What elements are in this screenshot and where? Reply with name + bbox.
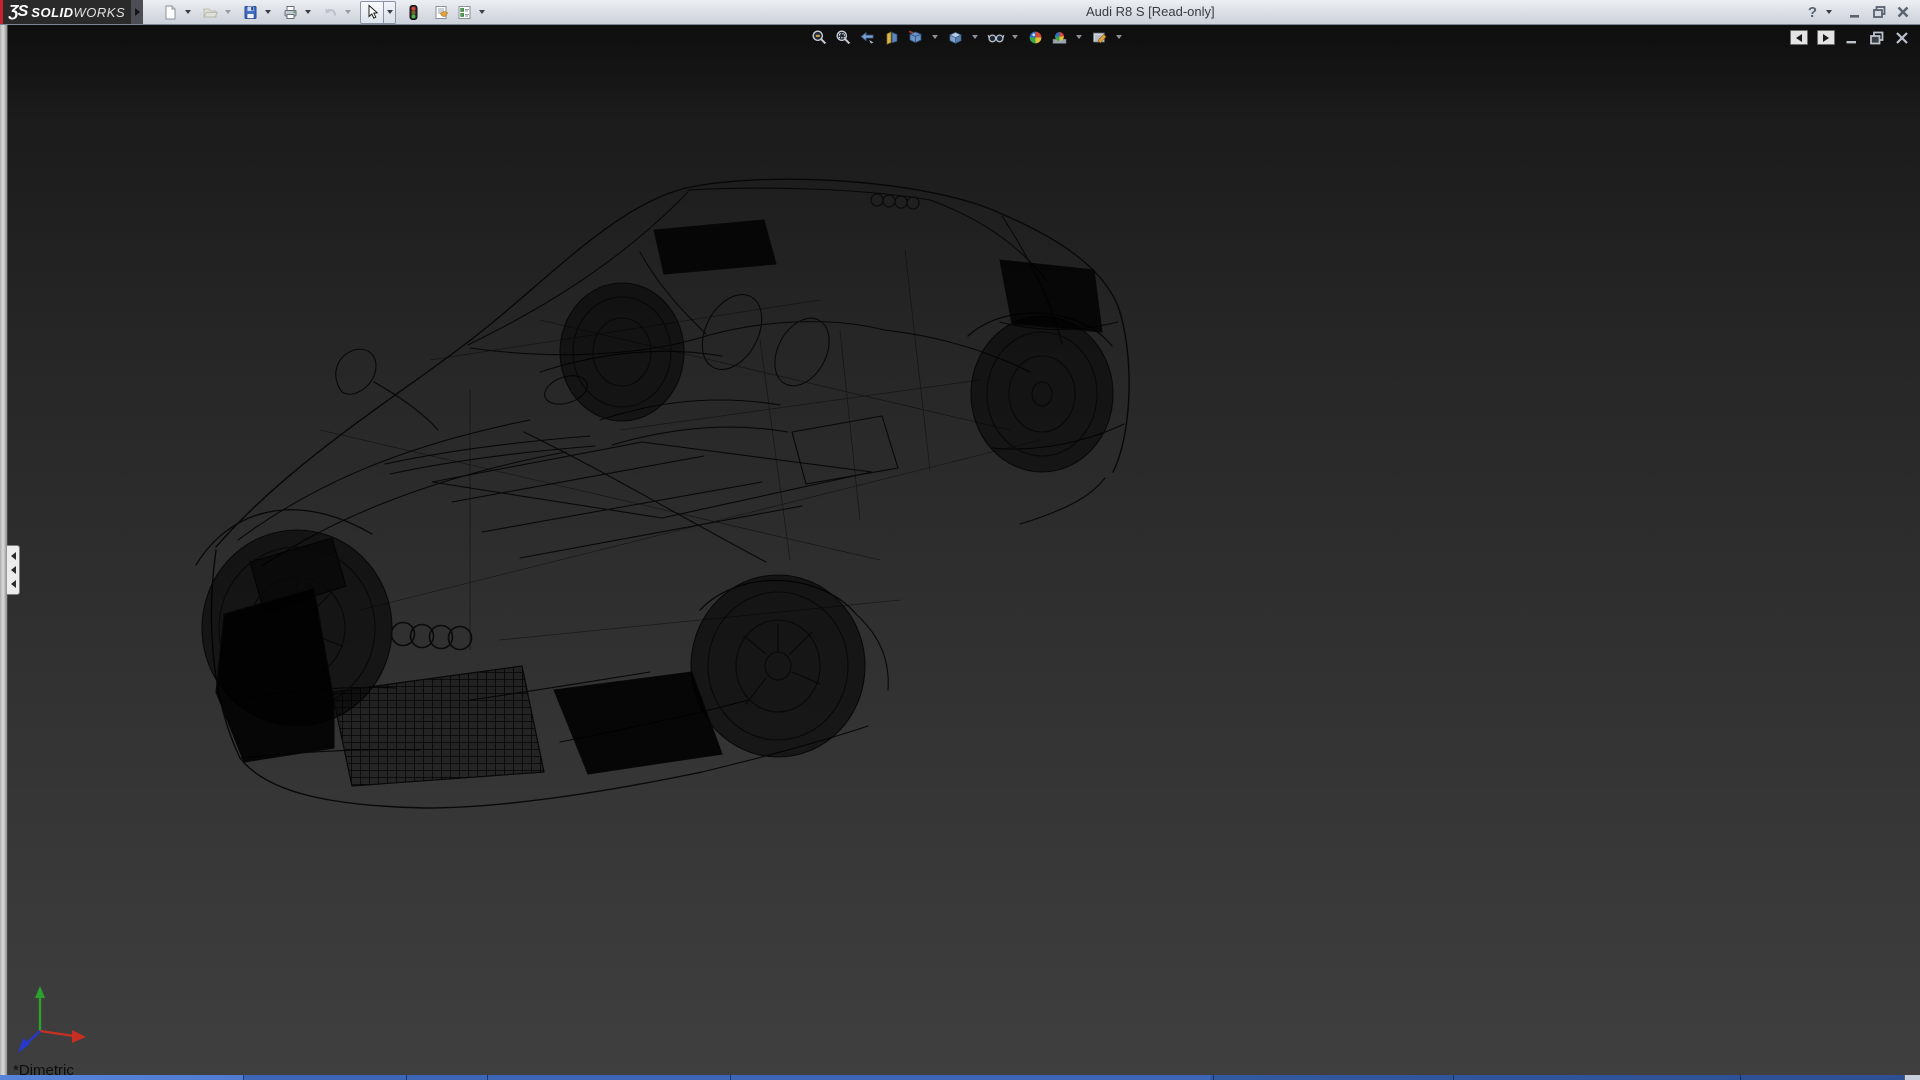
zoom-to-fit-button[interactable] — [810, 28, 829, 47]
triad-x-arrowhead — [72, 1030, 86, 1043]
view-orientation-label: *Dimetric — [13, 1062, 74, 1075]
previous-view-icon — [860, 31, 874, 43]
open-button[interactable] — [200, 2, 220, 22]
zoom-to-area-icon — [836, 30, 851, 44]
solidworks-logo: ƷS SOLID WORKS — [0, 0, 131, 24]
display-style-button[interactable] — [946, 28, 965, 47]
brand-name-light: WORKS — [73, 4, 126, 20]
toggle-left-pane-button[interactable] — [1790, 30, 1808, 45]
apply-scene-button[interactable] — [1050, 28, 1069, 47]
traffic-light-icon — [409, 4, 417, 20]
save-dropdown[interactable] — [263, 2, 273, 22]
pane-right-arrow-icon — [1823, 33, 1829, 42]
close-icon — [1897, 6, 1909, 18]
view-orientation-dropdown[interactable] — [930, 28, 939, 47]
undo-button[interactable] — [320, 2, 340, 22]
view-settings-button[interactable] — [1090, 28, 1109, 47]
rebuild-traffic-light-button[interactable] — [403, 2, 423, 22]
print-dropdown[interactable] — [303, 2, 313, 22]
undo-icon — [325, 7, 336, 16]
zoom-to-fit-icon — [812, 30, 827, 44]
help-dropdown[interactable] — [1824, 2, 1834, 22]
menu-expand-button[interactable] — [131, 0, 143, 24]
minimize-icon — [1850, 15, 1859, 18]
view-orientation-icon — [908, 30, 922, 43]
menu-expand-arrow-icon — [134, 8, 140, 16]
toggle-right-pane-button[interactable] — [1817, 30, 1835, 45]
new-document-icon — [165, 5, 175, 19]
brand-mark-icon: ƷS — [8, 3, 28, 20]
file-properties-button[interactable] — [431, 2, 451, 22]
select-cursor-icon — [368, 4, 379, 19]
doc-close-icon — [1896, 31, 1908, 44]
select-tool-button[interactable] — [360, 0, 384, 24]
apply-scene-icon — [1052, 31, 1067, 44]
restore-icon — [1872, 6, 1885, 18]
select-tool-group — [360, 0, 396, 24]
triad-x-axis — [39, 1029, 75, 1038]
doc-minimize-icon — [1846, 40, 1856, 43]
hide-show-items-dropdown[interactable] — [1010, 28, 1019, 47]
open-folder-icon — [202, 8, 218, 17]
doc-close-button[interactable] — [1894, 31, 1910, 45]
view-settings-icon — [1093, 32, 1107, 43]
new-document-button[interactable] — [160, 2, 180, 22]
doc-minimize-button[interactable] — [1844, 31, 1860, 45]
minimize-button[interactable] — [1846, 3, 1864, 21]
restore-button[interactable] — [1870, 3, 1888, 21]
model-wireframe-audi-r8[interactable] — [0, 24, 1920, 1075]
triad-y-arrowhead — [35, 986, 45, 998]
reference-triad[interactable] — [16, 984, 90, 1058]
doc-restore-button[interactable] — [1869, 31, 1885, 45]
section-view-button[interactable] — [882, 28, 901, 47]
display-style-dropdown[interactable] — [970, 28, 979, 47]
doc-restore-icon — [1870, 31, 1884, 44]
taskbar-strip[interactable] — [0, 1075, 1920, 1080]
help-button[interactable]: ? — [1807, 4, 1818, 21]
file-properties-icon — [435, 5, 448, 19]
appearance-sphere-icon — [1029, 31, 1042, 43]
collapse-arrow-icon — [10, 552, 16, 560]
pane-left-arrow-icon — [1796, 33, 1802, 42]
options-dropdown[interactable] — [477, 2, 487, 22]
print-icon — [284, 5, 296, 19]
graphics-viewport[interactable]: *Dimetric — [0, 24, 1920, 1075]
display-style-icon — [949, 31, 962, 44]
window-title: Audi R8 S [Read-only] — [1086, 4, 1215, 19]
collapse-arrow-icon — [10, 566, 16, 574]
edit-appearance-button[interactable] — [1026, 28, 1045, 47]
collapse-arrow-icon — [10, 580, 16, 588]
taskbar-resize-grip — [1904, 1075, 1920, 1080]
apply-scene-dropdown[interactable] — [1074, 28, 1083, 47]
hide-show-items-button[interactable] — [986, 28, 1005, 47]
panel-collapse-tab[interactable] — [7, 545, 20, 595]
open-dropdown[interactable] — [223, 2, 233, 22]
headsup-view-toolbar — [810, 27, 1125, 47]
titlebar-controls: ? — [1807, 0, 1912, 24]
save-icon — [244, 5, 256, 19]
options-checklist-icon — [458, 5, 470, 19]
options-button[interactable] — [454, 2, 474, 22]
zoom-to-area-button[interactable] — [834, 28, 853, 47]
titlebar: ƷS SOLID WORKS Audi R8 S [Read-only] ? — [0, 0, 1920, 25]
triad-z-arrowhead — [18, 1038, 30, 1053]
view-settings-dropdown[interactable] — [1114, 28, 1123, 47]
print-button[interactable] — [280, 2, 300, 22]
view-orientation-button[interactable] — [906, 28, 925, 47]
brand-name-bold: SOLID — [31, 4, 74, 20]
previous-view-button[interactable] — [858, 28, 877, 47]
glasses-icon — [987, 33, 1004, 42]
close-button[interactable] — [1894, 3, 1912, 21]
main-toolbar — [160, 0, 491, 24]
section-view-icon — [886, 30, 898, 45]
save-button[interactable] — [240, 2, 260, 22]
document-window-controls — [1790, 30, 1910, 45]
undo-dropdown[interactable] — [343, 2, 353, 22]
new-document-dropdown[interactable] — [183, 2, 193, 22]
select-tool-dropdown[interactable] — [384, 0, 396, 24]
solidworks-app: { "window": { "title": "Audi R8 S [Read-… — [0, 0, 1920, 1080]
